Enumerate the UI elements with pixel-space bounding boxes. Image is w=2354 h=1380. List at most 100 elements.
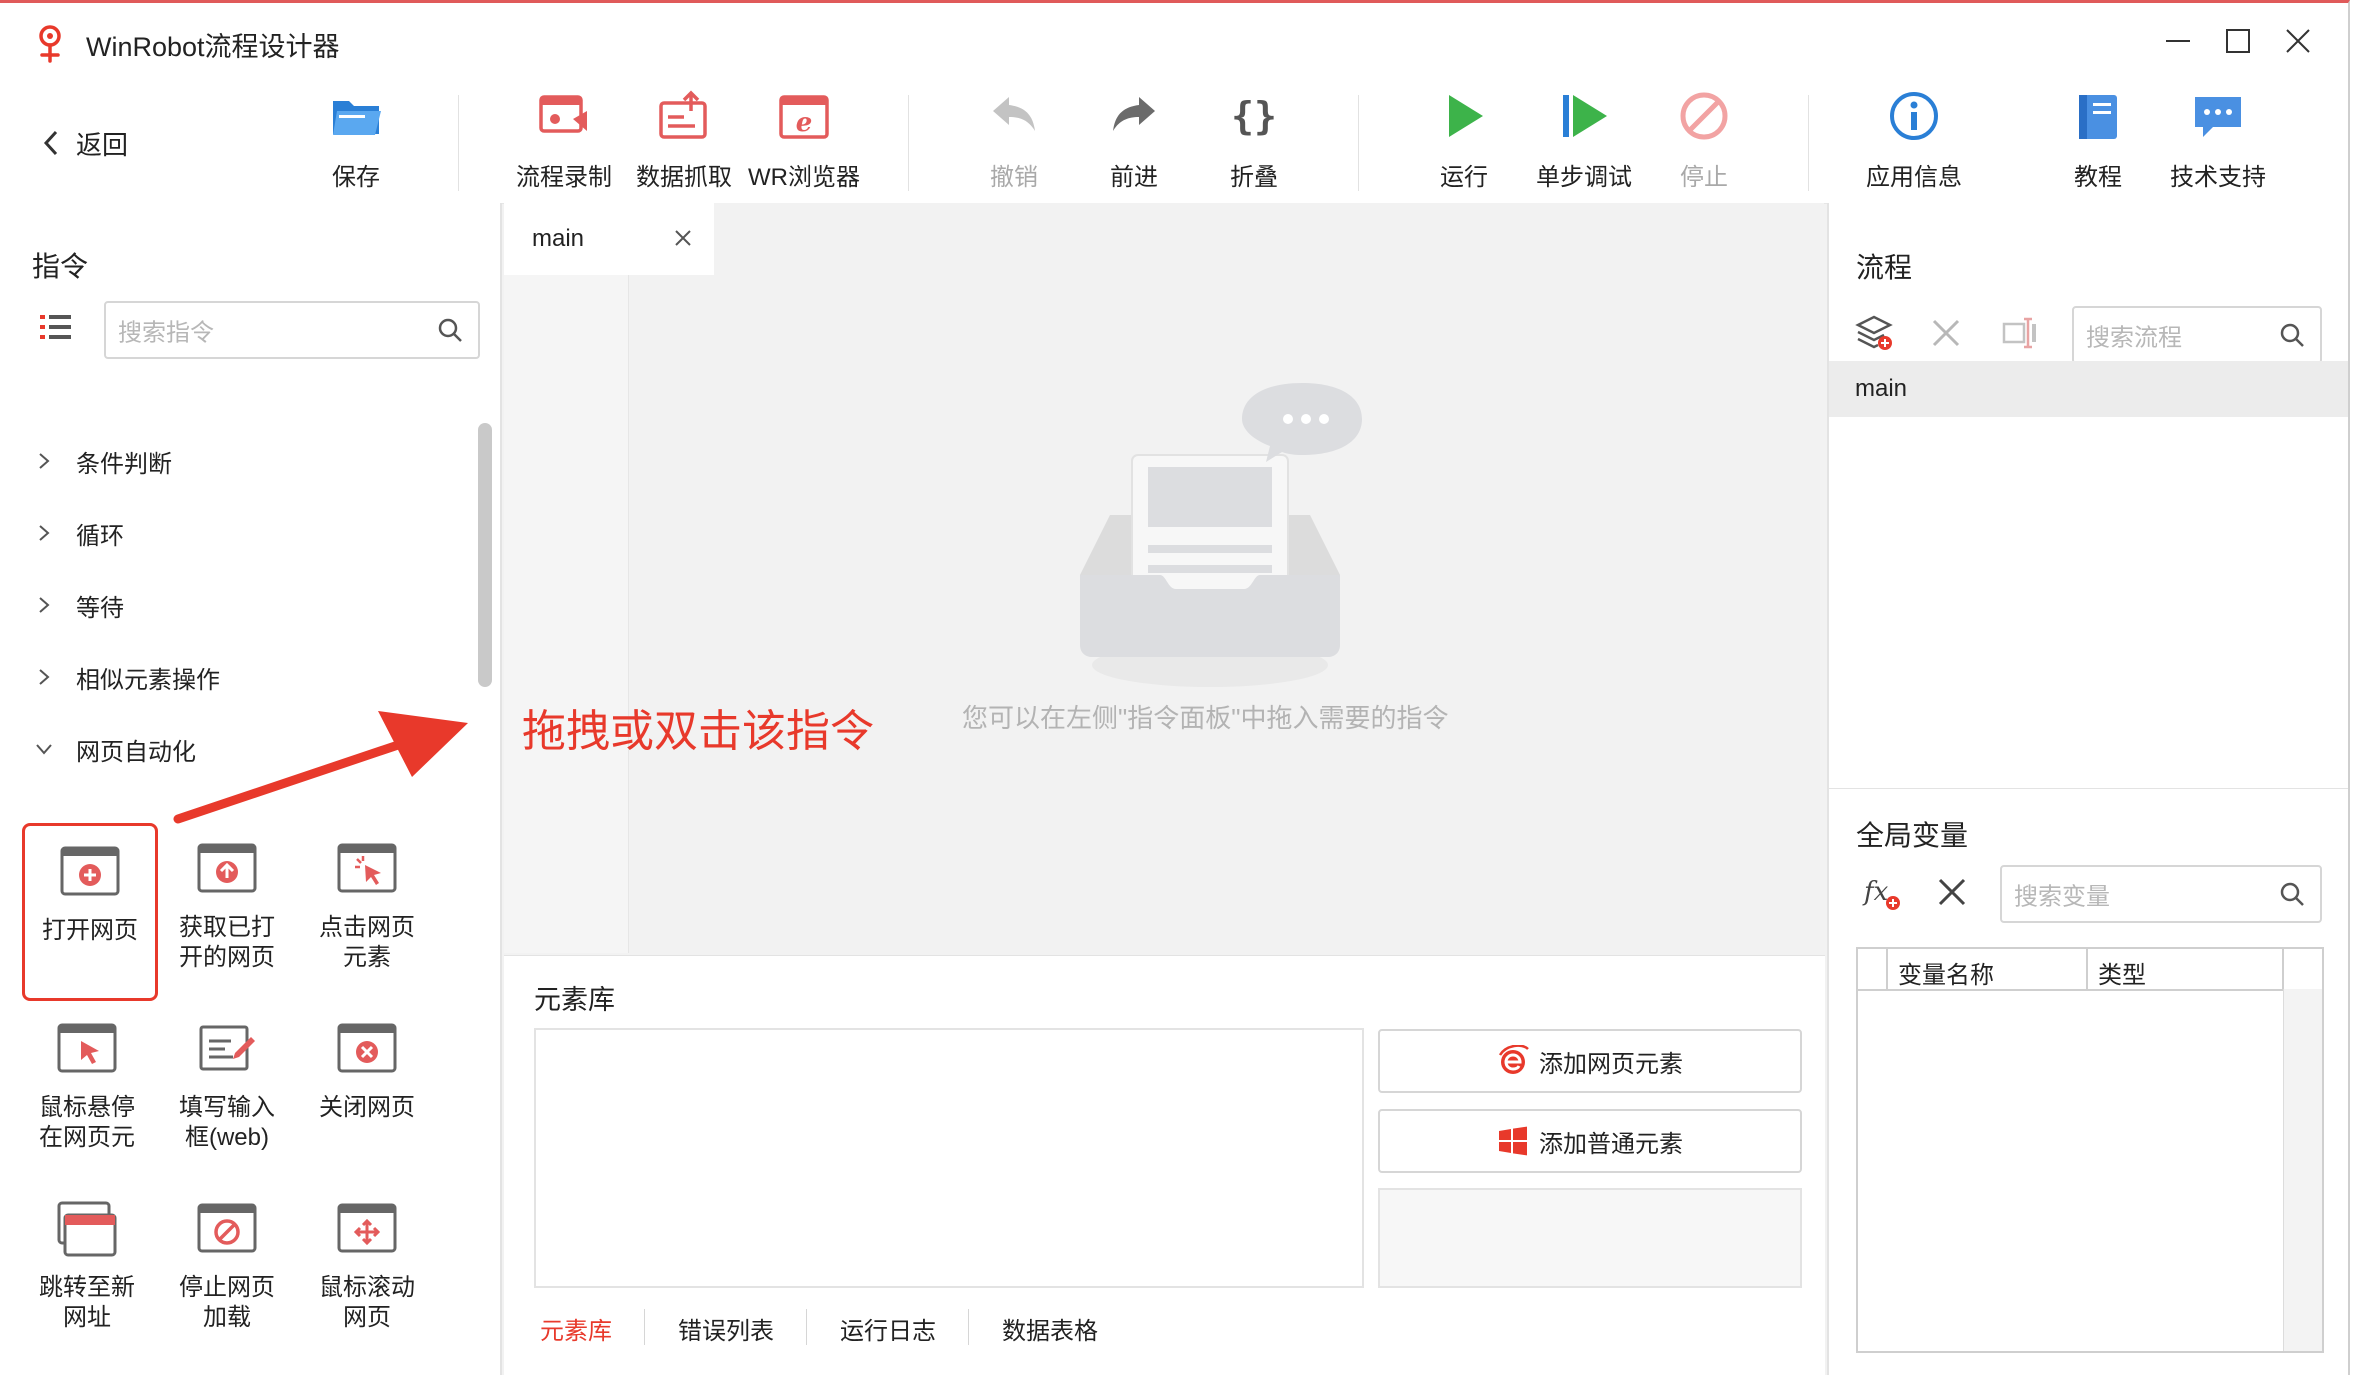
column-divider: [2086, 949, 2088, 989]
column-type: 类型: [2098, 962, 2146, 989]
command-search-input[interactable]: 搜索指令: [104, 301, 480, 359]
command-open-webpage[interactable]: 打开网页: [22, 823, 158, 1001]
redo-button[interactable]: 前进: [1074, 89, 1194, 199]
column-variable-name: 变量名称: [1898, 962, 1994, 989]
data-scrape-label: 数据抓取: [636, 164, 732, 191]
flow-search-placeholder: 搜索流程: [2086, 324, 2182, 352]
column-divider: [1886, 949, 1888, 989]
title-bar: WinRobot流程设计器: [0, 3, 2348, 83]
command-goto-url[interactable]: 跳转至新 网址: [22, 1183, 152, 1353]
flow-item-main[interactable]: main: [1829, 361, 2348, 417]
variables-table-scrollbar[interactable]: [2283, 989, 2322, 1351]
fold-label: 折叠: [1230, 164, 1278, 191]
globals-panel-title: 全局变量: [1856, 820, 1969, 851]
category-similar-elements[interactable]: 相似元素操作: [34, 657, 220, 697]
tab-main[interactable]: main: [504, 203, 714, 275]
undo-button[interactable]: 撤销: [954, 89, 1074, 199]
tab-run-log[interactable]: 运行日志: [840, 1311, 936, 1346]
variables-table[interactable]: 变量名称 类型: [1856, 947, 2324, 1353]
element-library-title: 元素库: [534, 985, 615, 1015]
maximize-icon[interactable]: [2218, 21, 2258, 61]
back-button[interactable]: 返回: [40, 123, 128, 163]
category-condition[interactable]: 条件判断: [34, 441, 172, 481]
stop-loading-icon: [197, 1203, 257, 1253]
back-arrow-icon: [43, 130, 58, 156]
flow-search-input[interactable]: 搜索流程: [2072, 306, 2322, 364]
add-web-element-label: 添加网页元素: [1539, 1050, 1683, 1078]
command-label: 点击网页 元素: [319, 914, 415, 971]
back-label: 返回: [76, 129, 129, 160]
category-wait[interactable]: 等待: [34, 585, 124, 625]
close-tab-icon[interactable]: [672, 227, 694, 249]
wr-browser-button[interactable]: e WR浏览器: [744, 89, 864, 199]
variables-table-header: 变量名称 类型: [1858, 949, 2322, 991]
svg-text:fx: fx: [1862, 877, 1889, 907]
drag-instruction-annotation: 拖拽或双击该指令: [522, 707, 874, 756]
element-list[interactable]: [534, 1028, 1364, 1288]
redo-icon: [1113, 97, 1155, 131]
chevron-right-icon: [39, 453, 50, 469]
category-label: 等待: [76, 594, 124, 622]
tab-divider: [644, 1309, 645, 1345]
list-view-icon[interactable]: [40, 313, 72, 341]
data-scrape-button[interactable]: 数据抓取: [624, 89, 744, 199]
app-info-label: 应用信息: [1866, 164, 1962, 191]
data-scrape-icon: [659, 90, 707, 139]
record-icon: [539, 95, 587, 133]
command-close-webpage[interactable]: 关闭网页: [302, 1003, 432, 1173]
run-button[interactable]: 运行: [1404, 89, 1524, 199]
command-scroll-webpage[interactable]: 鼠标滚动 网页: [302, 1183, 432, 1353]
stop-button[interactable]: 停止: [1644, 89, 1764, 199]
tutorial-label: 教程: [2074, 164, 2122, 191]
redo-label: 前进: [1110, 164, 1158, 191]
search-icon: [2280, 323, 2304, 347]
step-debug-label: 单步调试: [1536, 164, 1632, 191]
variable-search-input[interactable]: 搜索变量: [2000, 865, 2322, 923]
command-fill-input[interactable]: 填写输入 框(web): [162, 1003, 292, 1173]
tab-error-list[interactable]: 错误列表: [678, 1311, 774, 1346]
minimize-icon[interactable]: [2158, 21, 2198, 61]
command-label: 获取已打 开的网页: [179, 914, 275, 971]
click-web-element-icon: [337, 843, 397, 893]
close-window-icon[interactable]: [2278, 21, 2318, 61]
rename-flow-icon[interactable]: [2000, 313, 2040, 353]
command-get-opened-webpage[interactable]: 获取已打 开的网页: [162, 823, 292, 993]
tab-data-table[interactable]: 数据表格: [1002, 1311, 1098, 1346]
drag-arrow-annotation: [173, 711, 468, 824]
command-label: 填写输入 框(web): [179, 1094, 275, 1151]
category-label: 循环: [76, 522, 124, 550]
save-button[interactable]: 保存: [296, 89, 416, 199]
chevron-right-icon: [39, 525, 50, 541]
category-loop[interactable]: 循环: [34, 513, 124, 553]
stop-icon: [1680, 92, 1728, 140]
play-icon: [1449, 95, 1483, 137]
open-webpage-icon: [60, 846, 120, 896]
app-window: WinRobot流程设计器 返回 保存 流程录制 数据抓取 e WR浏览器 撤销…: [0, 0, 2350, 1375]
command-label: 跳转至新 网址: [39, 1274, 135, 1331]
toolbar-divider: [1808, 95, 1809, 191]
command-mouse-hover[interactable]: 鼠标悬停 在网页元: [22, 1003, 152, 1173]
save-label: 保存: [332, 164, 380, 191]
command-click-web-element[interactable]: 点击网页 元素: [302, 823, 432, 993]
record-button[interactable]: 流程录制: [504, 89, 624, 199]
search-icon: [438, 318, 462, 342]
braces-icon: {}: [1231, 94, 1277, 138]
variable-search-placeholder: 搜索变量: [2014, 883, 2110, 911]
tutorial-button[interactable]: 教程: [2038, 89, 2158, 199]
right-panel-divider: [1827, 788, 2348, 789]
command-stop-loading[interactable]: 停止网页 加载: [162, 1183, 292, 1353]
command-label: 打开网页: [42, 917, 138, 944]
add-web-element-button[interactable]: 添加网页元素: [1378, 1029, 1802, 1093]
commands-scrollbar[interactable]: [478, 423, 492, 687]
add-variable-fx-icon[interactable]: fx: [1862, 872, 1902, 912]
fold-button[interactable]: {} 折叠: [1194, 89, 1314, 199]
delete-flow-icon[interactable]: [1926, 313, 1966, 353]
delete-variable-icon[interactable]: [1932, 872, 1972, 912]
step-debug-button[interactable]: 单步调试: [1524, 89, 1644, 199]
tab-element-library[interactable]: 元素库: [540, 1311, 612, 1346]
add-normal-element-button[interactable]: 添加普通元素: [1378, 1109, 1802, 1173]
app-info-button[interactable]: 应用信息: [1854, 89, 1974, 199]
add-flow-icon[interactable]: [1854, 313, 1894, 353]
category-label: 条件判断: [76, 450, 172, 478]
support-button[interactable]: 技术支持: [2158, 89, 2278, 199]
